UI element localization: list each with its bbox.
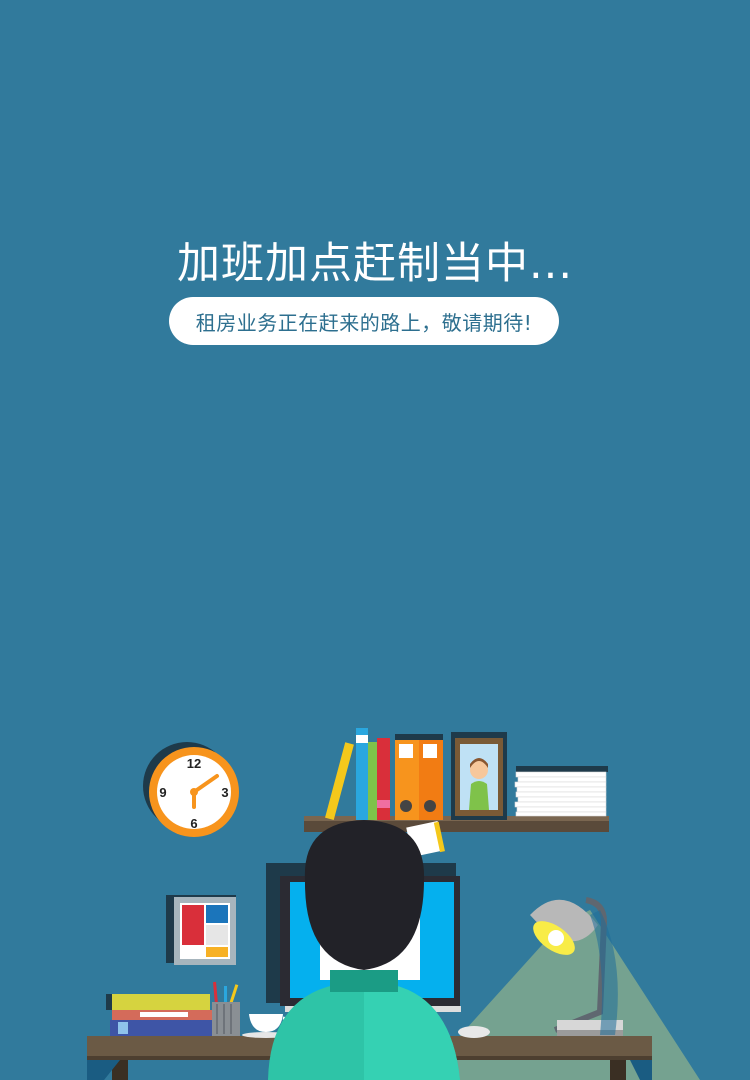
office-illustration: 12 3 6 9: [0, 700, 750, 1080]
book-stack: [106, 994, 214, 1036]
subtitle-badge: 租房业务正在赶来的路上，敬请期待!: [169, 297, 559, 345]
pencil-cup: [212, 981, 240, 1036]
clock-number-3: 3: [221, 785, 228, 800]
clock-number-9: 9: [159, 785, 166, 800]
office-illustration-svg: 12 3 6 9: [87, 728, 700, 1080]
clock-number-6: 6: [190, 816, 197, 831]
page-title: 加班加点赶制当中...: [176, 239, 573, 289]
wall-painting: [166, 895, 236, 965]
clock-number-12: 12: [187, 756, 201, 771]
coming-soon-page: 加班加点赶制当中... 租房业务正在赶来的路上，敬请期待! 12 3 6 9: [0, 0, 750, 1080]
computer-mouse: [458, 1026, 490, 1038]
subtitle-text: 租房业务正在赶来的路上，敬请期待!: [195, 310, 533, 335]
wall-clock: 12 3 6 9: [143, 742, 239, 837]
